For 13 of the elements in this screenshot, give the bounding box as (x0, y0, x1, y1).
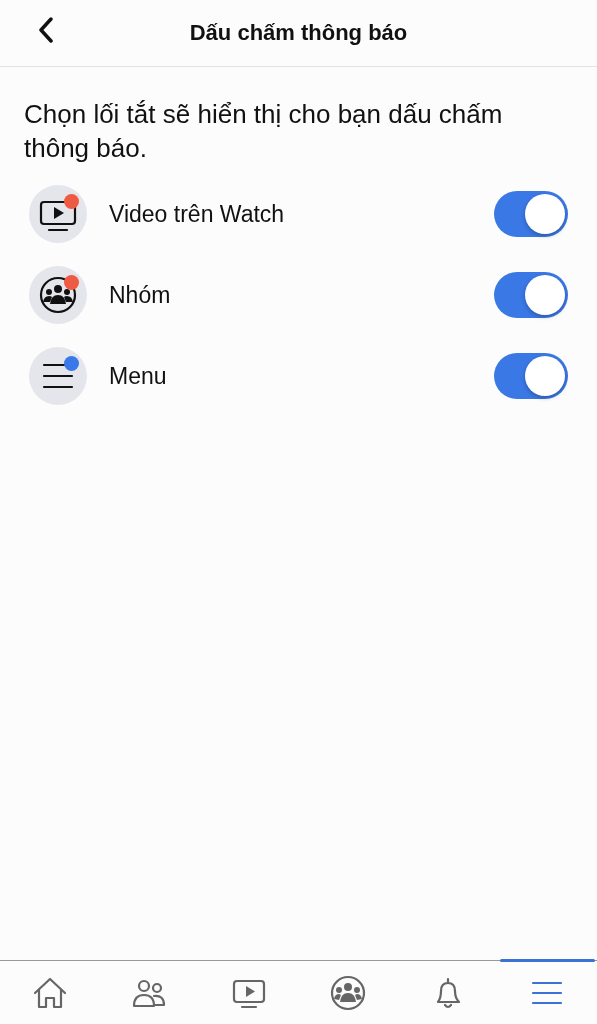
menu-lines-icon (29, 347, 87, 405)
toggle-switch[interactable] (494, 191, 568, 237)
group-icon (29, 266, 87, 324)
back-icon[interactable] (38, 17, 54, 43)
description-text: Chọn lối tắt sẽ hiển thị cho bạn dấu chấm thông báo. (24, 98, 504, 165)
page-title: Dấu chấm thông báo (189, 20, 408, 46)
shortcut-label: Menu (109, 362, 168, 390)
shortcut-label: Nhóm (109, 281, 172, 309)
toggle-switch[interactable] (494, 353, 568, 399)
toggle-switch[interactable] (494, 272, 568, 318)
group-icon (329, 973, 368, 1012)
shortcut-label: Video trên Watch (109, 200, 286, 228)
tv-play-icon (29, 185, 87, 243)
